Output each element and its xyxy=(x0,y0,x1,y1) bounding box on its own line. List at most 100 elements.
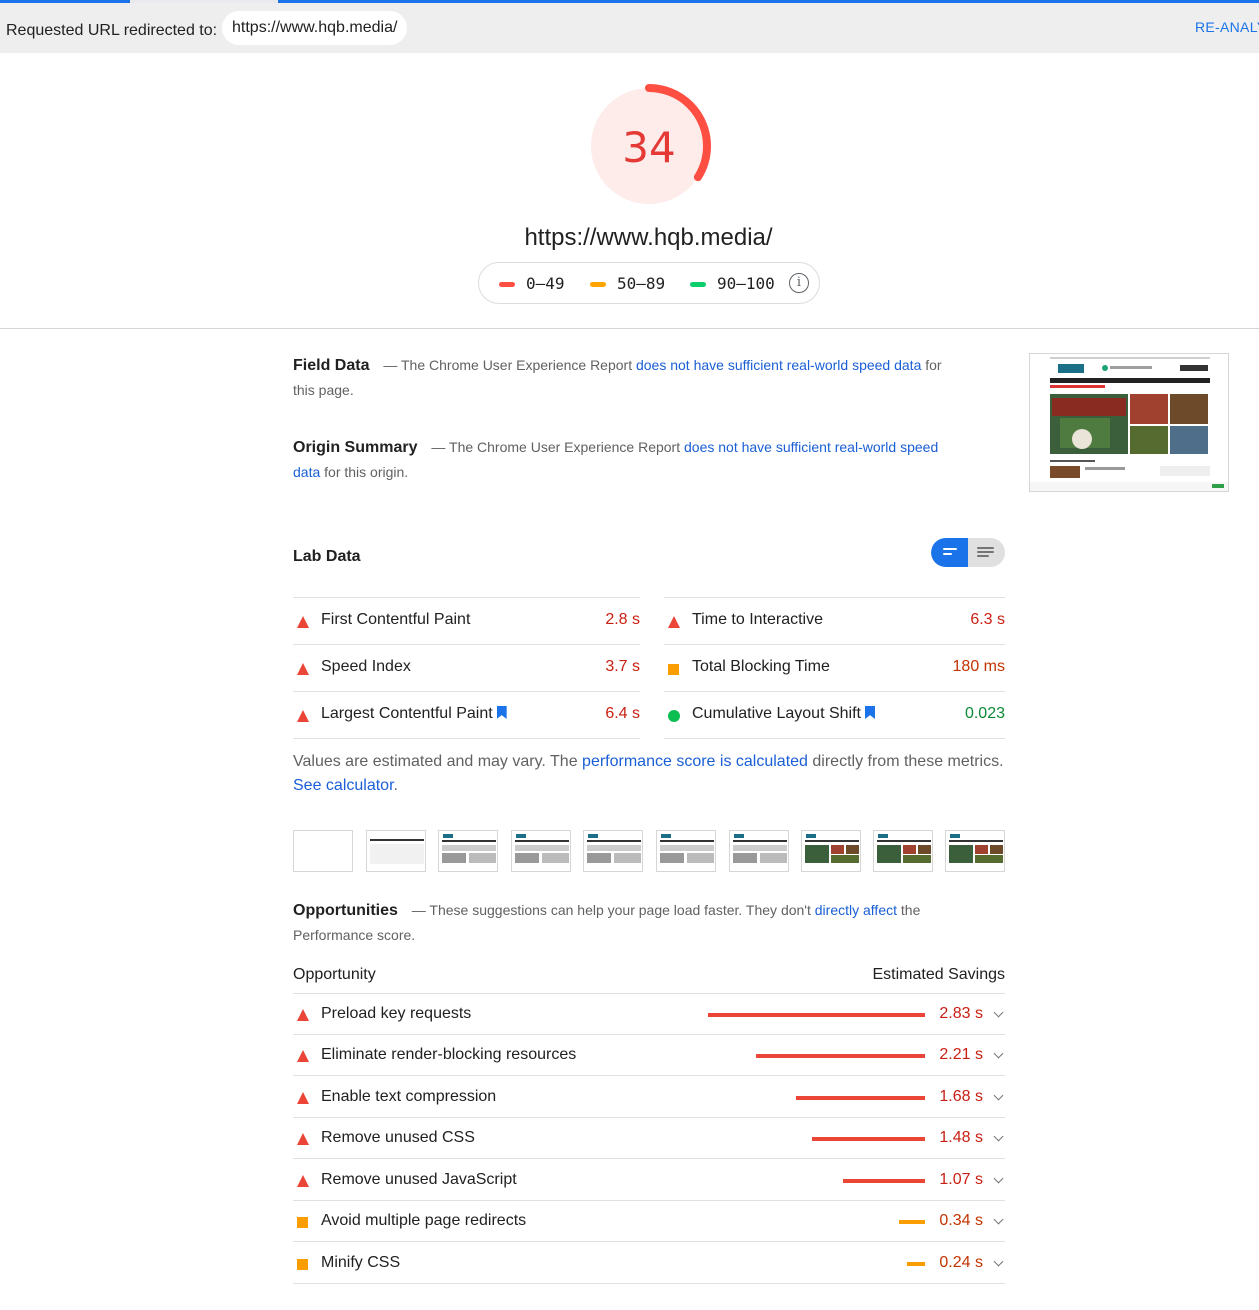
savings-bar xyxy=(898,1220,925,1224)
frame-thumb xyxy=(949,834,1003,863)
pass-circle-icon xyxy=(668,710,680,722)
col-opportunity: Opportunity xyxy=(293,966,376,983)
chevron-down-icon[interactable] xyxy=(993,1131,1004,1142)
filmstrip-frame xyxy=(656,830,716,872)
metrics-view-toggle[interactable] xyxy=(931,538,1005,567)
performance-score-link[interactable]: performance score is calculated xyxy=(582,753,808,770)
chevron-down-icon[interactable] xyxy=(993,1214,1004,1225)
see-calculator-link[interactable]: See calculator xyxy=(293,777,394,794)
metric-first-contentful-paint: First Contentful Paint 2.8 s xyxy=(293,597,640,644)
metric-name: Time to Interactive xyxy=(692,611,824,628)
average-square-icon xyxy=(668,664,679,675)
chevron-down-icon[interactable] xyxy=(993,1090,1004,1101)
metric-total-blocking-time: Total Blocking Time 180 ms xyxy=(664,644,1005,691)
fail-triangle-icon xyxy=(297,1009,309,1021)
fail-triangle-icon xyxy=(297,1133,309,1145)
average-square-icon xyxy=(297,1259,308,1270)
metric-name: Total Blocking Time xyxy=(692,658,830,675)
frame-thumb xyxy=(877,834,931,863)
fail-triangle-icon xyxy=(297,1092,309,1104)
average-square-icon xyxy=(297,1217,308,1228)
frame-thumb xyxy=(660,834,714,863)
savings-bar xyxy=(811,1137,925,1141)
opportunity-row[interactable]: Remove unused CSS 1.48 s xyxy=(293,1118,1005,1159)
opportunity-name: Preload key requests xyxy=(321,1005,472,1022)
savings-bar xyxy=(755,1054,925,1058)
detail-view-icon-line2 xyxy=(977,551,994,553)
frame-thumb xyxy=(733,834,787,863)
metric-value: 180 ms xyxy=(952,658,1005,675)
opportunity-savings: 2.21 s xyxy=(939,1046,983,1063)
values-estimate-note: Values are estimated and may vary. The p… xyxy=(293,750,1005,798)
fail-triangle-icon xyxy=(297,710,309,722)
opportunity-name: Remove unused CSS xyxy=(321,1129,475,1146)
reanalyze-button[interactable]: RE-ANALYZE xyxy=(1195,19,1259,35)
opportunity-row[interactable]: Eliminate render-blocking resources 2.21… xyxy=(293,1035,1005,1076)
field-data-section: Field Data — The Chrome User Experience … xyxy=(293,353,943,403)
fail-triangle-icon xyxy=(297,1175,309,1187)
note-text-end: . xyxy=(393,777,398,794)
legend-pass-swatch xyxy=(690,282,706,287)
chevron-down-icon[interactable] xyxy=(993,1007,1004,1018)
filmstrip-frame xyxy=(583,830,643,872)
frame-thumb xyxy=(805,834,859,863)
field-data-title: Field Data xyxy=(293,357,370,374)
filmstrip-frame xyxy=(366,830,426,872)
redirect-label: Requested URL redirected to: xyxy=(6,22,218,39)
metric-value: 6.4 s xyxy=(605,705,640,722)
frame-thumb xyxy=(442,834,496,863)
directly-affect-link[interactable]: directly affect xyxy=(815,902,897,918)
field-data-link[interactable]: does not have sufficient real-world spee… xyxy=(636,357,921,373)
final-screenshot-thumbnail xyxy=(1029,353,1229,492)
note-text-b: directly from these metrics. xyxy=(812,753,1004,770)
chevron-down-icon[interactable] xyxy=(993,1173,1004,1184)
summary-view-icon-line1 xyxy=(943,548,957,550)
opportunity-row[interactable]: Enable text compression 1.68 s xyxy=(293,1077,1005,1118)
performance-score: 34 xyxy=(622,123,676,172)
score-legend: 0–49 50–89 90–100 i xyxy=(478,262,820,304)
chevron-down-icon[interactable] xyxy=(993,1048,1004,1059)
filmstrip-frame xyxy=(801,830,861,872)
metric-name: Speed Index xyxy=(321,658,411,675)
chevron-down-icon[interactable] xyxy=(993,1256,1004,1267)
opportunity-row[interactable]: Avoid multiple page redirects 0.34 s xyxy=(293,1201,1005,1242)
filmstrip-frame xyxy=(293,830,353,872)
fail-triangle-icon xyxy=(668,616,680,628)
col-estimated-savings: Estimated Savings xyxy=(872,966,1005,983)
metric-name: Largest Contentful Paint xyxy=(321,705,507,723)
lab-data-title: Lab Data xyxy=(293,548,361,565)
metric-name-text: Cumulative Layout Shift xyxy=(692,705,861,722)
opportunity-name: Eliminate render-blocking resources xyxy=(321,1046,577,1063)
field-data-prefix: — The Chrome User Experience Report xyxy=(383,357,633,373)
summary-view-icon-line2 xyxy=(943,553,952,555)
opportunity-savings: 1.07 s xyxy=(939,1171,983,1188)
core-web-vital-bookmark-icon xyxy=(496,706,507,719)
opportunity-name: Minify CSS xyxy=(321,1254,401,1271)
opportunity-savings: 2.83 s xyxy=(939,1005,983,1022)
opportunity-row[interactable]: Minify CSS 0.24 s xyxy=(293,1243,1005,1284)
legend-average-swatch xyxy=(590,282,606,287)
metric-largest-contentful-paint: Largest Contentful Paint 6.4 s xyxy=(293,691,640,739)
opportunities-header: Opportunity Estimated Savings xyxy=(293,966,1005,994)
opportunity-savings: 0.24 s xyxy=(939,1254,983,1271)
opportunity-name: Enable text compression xyxy=(321,1088,497,1105)
origin-summary-suffix: for this origin. xyxy=(324,464,409,480)
metric-value: 2.8 s xyxy=(605,611,640,628)
opportunity-name: Avoid multiple page redirects xyxy=(321,1212,527,1229)
core-web-vital-bookmark-icon xyxy=(864,706,875,719)
filmstrip xyxy=(293,830,1005,872)
opportunity-savings: 1.68 s xyxy=(939,1088,983,1105)
frame-thumb xyxy=(515,834,569,863)
legend-fail: 0–49 xyxy=(526,274,565,293)
origin-summary-title: Origin Summary xyxy=(293,439,418,456)
info-icon[interactable]: i xyxy=(789,273,809,293)
savings-bar xyxy=(708,1013,925,1017)
opportunity-name: Remove unused JavaScript xyxy=(321,1171,517,1188)
opportunity-row[interactable]: Remove unused JavaScript 1.07 s xyxy=(293,1160,1005,1201)
metric-value: 6.3 s xyxy=(970,611,1005,628)
opportunity-row[interactable]: Preload key requests 2.83 s xyxy=(293,994,1005,1035)
savings-bar xyxy=(796,1096,925,1100)
legend-pass: 90–100 xyxy=(717,274,775,293)
redirect-url[interactable]: https://www.hqb.media/ xyxy=(222,11,408,45)
note-text-a: Values are estimated and may vary. The xyxy=(293,753,578,770)
